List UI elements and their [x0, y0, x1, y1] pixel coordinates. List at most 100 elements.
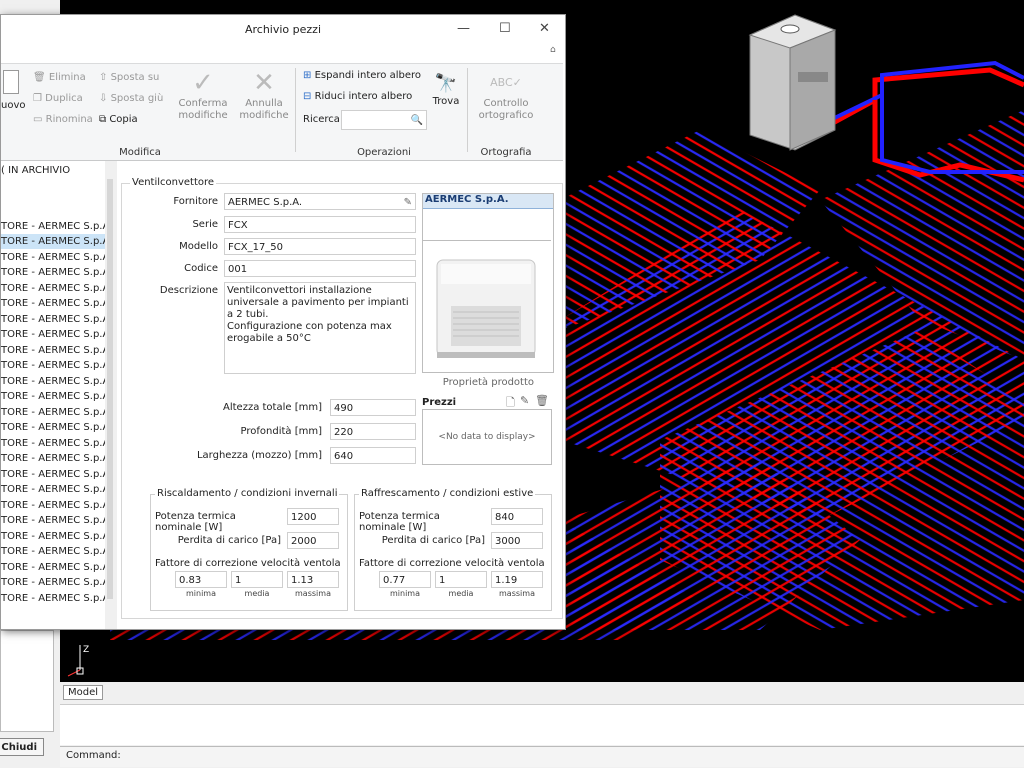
cooling-potenza-field[interactable]: 840 [491, 508, 543, 525]
cooling-med-field[interactable]: 1 [435, 571, 487, 588]
edit-icon[interactable]: ✎ [404, 194, 412, 209]
cooling-min-field[interactable]: 0.77 [379, 571, 431, 588]
cooling-title: Raffrescamento / condizioni estive [359, 488, 536, 499]
sposta-giu-button[interactable]: ⇩ Sposta giù [99, 93, 163, 104]
cross-icon: ✕ [253, 68, 275, 98]
fornitore-label: Fornitore [173, 196, 218, 207]
ribbon: uovo 🗑 Elimina ❐ Duplica ▭ Rinomina ⇧ Sp… [1, 63, 563, 161]
cooling-fattore-label: Fattore di correzione velocità ventola [359, 558, 545, 569]
ricerca-input[interactable]: 🔍 [341, 110, 427, 130]
tree-scroll-thumb[interactable] [107, 179, 113, 599]
cooling-perdita-label: Perdita di carico [Pa] [381, 535, 485, 546]
tree-item[interactable]: TORE - AERMEC S.p.A. [1, 467, 112, 482]
maximize-icon[interactable]: ☐ [499, 21, 511, 36]
tree-item[interactable]: TORE - AERMEC S.p.A. [1, 544, 112, 559]
tree-item[interactable]: TORE - AERMEC S.p.A. [1, 327, 112, 342]
command-line[interactable]: Command: [60, 746, 1024, 767]
tree-item[interactable]: TORE - AERMEC S.p.A. [1, 451, 112, 466]
riduci-button[interactable]: ⊟ Riduci intero albero [303, 91, 412, 102]
tree-root[interactable]: ( IN ARCHIVIO [1, 163, 70, 178]
tree-item[interactable]: TORE - AERMEC S.p.A. [1, 265, 112, 280]
boiler [748, 14, 837, 151]
cad-command-area: Model Command: [60, 682, 1024, 768]
modello-field[interactable]: FCX_17_50 [224, 238, 416, 255]
tree-item[interactable]: TORE - AERMEC S.p.A. [1, 250, 112, 265]
riduci-label: Riduci intero albero [314, 91, 413, 102]
altezza-field[interactable]: 490 [330, 399, 416, 416]
modifica-group-label: Modifica [119, 147, 161, 158]
edit-price-icon[interactable]: ✎ [520, 394, 529, 407]
controllo-label-1: Controllo [483, 98, 529, 109]
altezza-label: Altezza totale [mm] [223, 402, 322, 413]
tree-item[interactable]: TORE - AERMEC S.p.A. [1, 296, 112, 311]
parts-tree[interactable]: ( IN ARCHIVIO TORE - AERMEC S.p.A. TORE … [1, 161, 113, 629]
descrizione-field[interactable]: Ventilconvettori installazione universal… [224, 282, 416, 374]
binoculars-small-icon[interactable]: 🔍 [411, 112, 423, 129]
heating-min-field[interactable]: 0.83 [175, 571, 227, 588]
trash-icon: 🗑 [33, 72, 46, 83]
tree-item[interactable]: TORE - AERMEC S.p.A. [1, 420, 112, 435]
brand-header: AERMEC S.p.A. [423, 194, 553, 209]
modello-label: Modello [179, 241, 218, 252]
serie-field[interactable]: FCX [224, 216, 416, 233]
command-label: Command: [66, 750, 121, 761]
tree-item[interactable]: TORE - AERMEC S.p.A. [1, 575, 112, 590]
tree-item[interactable]: TORE - AERMEC S.p.A. [1, 498, 112, 513]
trova-button[interactable]: 🔭 Trova [429, 72, 463, 108]
tree-item[interactable]: TORE - AERMEC S.p.A. [1, 405, 112, 420]
larghezza-field[interactable]: 640 [330, 447, 416, 464]
proprieta-prodotto-link[interactable]: Proprietà prodotto [422, 377, 534, 388]
tree-item[interactable]: TORE - AERMEC S.p.A. [1, 560, 112, 575]
tree-item[interactable]: TORE - AERMEC S.p.A. [1, 482, 112, 497]
ribbon-collapse-icon[interactable]: ⌂ [550, 45, 556, 55]
tree-item[interactable]: TORE - AERMEC S.p.A. [1, 513, 112, 528]
espandi-button[interactable]: ⊞ Espandi intero albero [303, 70, 421, 81]
cooling-perdita-field[interactable]: 3000 [491, 532, 543, 549]
sposta-su-button[interactable]: ⇧ Sposta su [99, 72, 159, 83]
rinomina-button[interactable]: ▭ Rinomina [33, 114, 93, 125]
conferma-label-1: Conferma [178, 98, 228, 109]
controllo-label-2: ortografico [478, 110, 534, 121]
close-button[interactable]: Chiudi [0, 738, 44, 756]
tree-item[interactable]: TORE - AERMEC S.p.A. [1, 529, 112, 544]
cooling-med-label: media [448, 589, 474, 598]
profondita-label: Profondità [mm] [240, 426, 322, 437]
tree-item[interactable]: TORE - AERMEC S.p.A. [1, 389, 112, 404]
minimize-icon[interactable]: — [457, 21, 470, 36]
profondita-field[interactable]: 220 [330, 423, 416, 440]
move-down-icon: ⇩ [99, 93, 108, 104]
conferma-button[interactable]: ✓ Conferma modifiche [175, 68, 231, 122]
model-tab[interactable]: Model [63, 685, 104, 700]
heating-group: Riscaldamento / condizioni invernali Pot… [150, 488, 348, 611]
heating-min-label: minima [185, 589, 216, 598]
tree-item[interactable]: TORE - AERMEC S.p.A. [1, 374, 112, 389]
close-icon[interactable]: ✕ [539, 21, 550, 36]
tree-item[interactable]: TORE - AERMEC S.p.A. [1, 312, 112, 327]
tree-item[interactable]: TORE - AERMEC S.p.A. [1, 358, 112, 373]
heating-potenza-field[interactable]: 1200 [287, 508, 339, 525]
tree-item[interactable]: TORE - AERMEC S.p.A. [1, 436, 112, 451]
heating-perdita-field[interactable]: 2000 [287, 532, 339, 549]
heating-med-field[interactable]: 1 [231, 571, 283, 588]
prezzi-grid[interactable]: <No data to display> [422, 409, 552, 465]
codice-field[interactable]: 001 [224, 260, 416, 277]
codice-label: Codice [184, 263, 218, 274]
tree-scrollbar[interactable] [105, 161, 117, 629]
copia-button[interactable]: ⧉ Copia [99, 114, 138, 125]
heating-max-field[interactable]: 1.13 [287, 571, 339, 588]
new-button[interactable]: uovo [1, 70, 26, 112]
tree-item-selected[interactable]: TORE - AERMEC S.p.A. [1, 234, 113, 249]
tree-item[interactable]: TORE - AERMEC S.p.A. [1, 281, 112, 296]
tree-item[interactable]: TORE - AERMEC S.p.A. [1, 343, 112, 358]
delete-price-icon[interactable]: 🗑 [535, 394, 549, 407]
duplica-button[interactable]: ❐ Duplica [33, 93, 83, 104]
elimina-button[interactable]: 🗑 Elimina [33, 72, 86, 83]
controllo-ortografico-button[interactable]: ABC✓ Controllo ortografico [475, 68, 537, 122]
fornitore-field[interactable]: AERMEC S.p.A. ✎ [224, 193, 416, 210]
tree-item[interactable]: TORE - AERMEC S.p.A. [1, 591, 112, 606]
cooling-max-field[interactable]: 1.19 [491, 571, 543, 588]
annulla-button[interactable]: ✕ Annulla modifiche [237, 68, 291, 122]
tree-item[interactable]: TORE - AERMEC S.p.A. [1, 219, 112, 234]
ucs-icon: Z [67, 645, 89, 677]
heating-max-label: massima [295, 589, 331, 598]
